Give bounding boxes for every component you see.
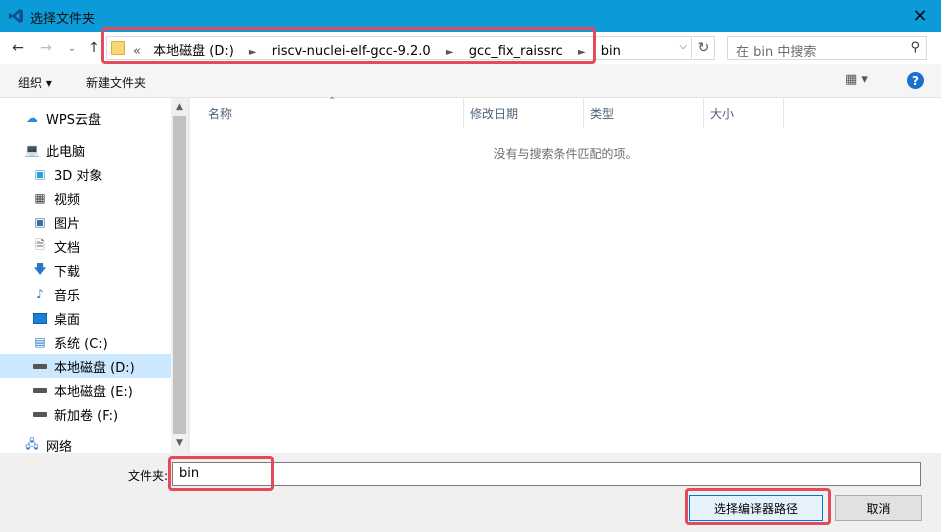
tree-item-drive-e[interactable]: 本地磁盘 (E:): [0, 378, 171, 402]
breadcrumb-overflow[interactable]: «: [133, 44, 141, 59]
column-header-size[interactable]: 大小: [704, 98, 784, 128]
select-compiler-path-button[interactable]: 选择编译器路径: [689, 495, 823, 521]
tree-item-label: 新加卷 (F:): [54, 408, 119, 424]
folder-label: 文件夹:: [128, 469, 169, 483]
column-header-label: 名称: [208, 106, 233, 121]
forward-button[interactable]: →: [36, 38, 56, 58]
chevron-right-icon[interactable]: ►: [249, 47, 257, 58]
vscode-icon: [9, 9, 23, 23]
computer-icon: 💻: [24, 143, 40, 157]
close-button[interactable]: ✕: [899, 0, 941, 32]
tree-item-3d-objects[interactable]: ▣ 3D 对象: [0, 162, 171, 186]
tree-item-label: 音乐: [54, 288, 81, 304]
address-bar[interactable]: « 本地磁盘 (D:) ► riscv-nuclei-elf-gcc-9.2.0…: [106, 36, 692, 60]
new-folder-button[interactable]: 新建文件夹: [86, 74, 146, 91]
window-title: 选择文件夹: [30, 12, 96, 27]
column-header-type[interactable]: 类型: [584, 98, 704, 128]
tree-item-pictures[interactable]: ▣ 图片: [0, 210, 171, 234]
tree-item-label: 图片: [54, 216, 81, 232]
tree-item-label: 下载: [54, 264, 81, 280]
music-icon: ♪: [36, 287, 44, 301]
column-header-modified[interactable]: 修改日期: [464, 98, 584, 128]
sort-ascending-icon: ⌃: [328, 96, 337, 107]
organize-button[interactable]: 组织 ▾: [18, 74, 52, 91]
navigation-bar: ← → ⌄ ↑ « 本地磁盘 (D:) ► riscv-nuclei-elf-g…: [0, 32, 941, 64]
network-icon: 🖧: [25, 436, 39, 451]
tree-item-drive-f[interactable]: 新加卷 (F:): [0, 402, 171, 426]
column-header-name[interactable]: ⌃ 名称: [190, 96, 464, 128]
drive-icon: [32, 382, 48, 398]
search-input[interactable]: 在 bin 中搜索: [736, 41, 816, 60]
empty-message: 没有与搜索条件匹配的项。: [493, 147, 638, 161]
view-options-button[interactable]: ▦ ▾: [845, 72, 868, 87]
pictures-icon: ▣: [34, 215, 46, 229]
download-icon: 🡇: [33, 261, 47, 276]
breadcrumb-bin-folder[interactable]: bin: [601, 44, 621, 59]
tree-item-downloads[interactable]: 🡇 下载: [0, 258, 171, 282]
tree-item-drive-c[interactable]: ▤ 系统 (C:): [0, 330, 171, 354]
back-button[interactable]: ←: [8, 38, 28, 58]
breadcrumb-gcc-fix-folder[interactable]: gcc_fix_raissrc: [469, 44, 563, 59]
file-list[interactable]: ⌃ 名称 修改日期 类型 大小 没有与搜索条件匹配的项。: [190, 96, 941, 453]
tree-item-label: 此电脑: [46, 144, 86, 160]
navigation-pane: ☁ WPS云盘 💻 此电脑 ▣ 3D 对象 ▦ 视频 ▣ 图片 🗎 文档 🡇 下…: [0, 98, 189, 455]
refresh-icon: ↻: [697, 40, 710, 56]
command-bar: 组织 ▾ 新建文件夹 ▦ ▾ ?: [0, 64, 941, 98]
chevron-down-icon[interactable]: ⌵: [679, 41, 687, 52]
chevron-right-icon[interactable]: ►: [578, 47, 586, 58]
tree-item-label: 桌面: [54, 312, 81, 328]
breadcrumb-riscv-folder[interactable]: riscv-nuclei-elf-gcc-9.2.0: [272, 44, 431, 59]
chevron-down-icon[interactable]: ▼: [171, 434, 188, 451]
tree-item-label: 网络: [46, 439, 73, 455]
video-icon: ▦: [34, 191, 46, 205]
tree-item-label: 系统 (C:): [54, 336, 108, 352]
breadcrumb-drive-d[interactable]: 本地磁盘 (D:): [153, 40, 234, 59]
tree-item-music[interactable]: ♪ 音乐: [0, 282, 171, 306]
cloud-icon: ☁: [26, 111, 38, 125]
column-header-label: 修改日期: [470, 106, 519, 121]
scrollbar-thumb[interactable]: [173, 116, 186, 434]
tree-item-drive-d[interactable]: 本地磁盘 (D:): [0, 354, 171, 378]
dialog-footer: 文件夹: bin 选择编译器路径 取消: [0, 453, 941, 532]
tree-item-label: WPS云盘: [46, 112, 101, 128]
tree-item-wps-cloud[interactable]: ☁ WPS云盘: [0, 106, 171, 130]
navigation-scrollbar[interactable]: ▲ ▼: [171, 98, 188, 453]
folder-icon: [111, 41, 125, 55]
title-bar: 选择文件夹 ✕: [0, 0, 941, 32]
recent-locations-button[interactable]: ⌄: [62, 38, 82, 58]
tree-item-desktop[interactable]: 桌面: [0, 306, 171, 330]
tree-item-label: 本地磁盘 (E:): [54, 384, 133, 400]
chevron-up-icon[interactable]: ▲: [171, 98, 188, 115]
drive-icon: [32, 358, 48, 374]
column-header-label: 大小: [710, 106, 735, 121]
tree-item-label: 本地磁盘 (D:): [54, 360, 135, 376]
search-icon[interactable]: ⚲: [910, 40, 920, 55]
column-header-label: 类型: [590, 106, 615, 121]
cancel-button[interactable]: 取消: [835, 495, 922, 521]
drive-icon: [32, 406, 48, 422]
up-button[interactable]: ↑: [84, 38, 104, 58]
tree-item-label: 3D 对象: [54, 168, 103, 184]
chevron-right-icon[interactable]: ►: [446, 47, 454, 58]
3d-objects-icon: ▣: [34, 167, 46, 181]
system-drive-icon: ▤: [34, 335, 46, 349]
refresh-button[interactable]: ↻: [693, 36, 715, 60]
tree-item-label: 视频: [54, 192, 81, 208]
breadcrumb: « 本地磁盘 (D:) ► riscv-nuclei-elf-gcc-9.2.0…: [133, 40, 621, 59]
tree-item-label: 文档: [54, 240, 81, 256]
folder-name-input[interactable]: bin: [172, 462, 921, 486]
help-icon[interactable]: ?: [907, 72, 924, 89]
search-box[interactable]: 在 bin 中搜索 ⚲: [727, 36, 927, 60]
desktop-icon: [32, 310, 48, 326]
tree-item-documents[interactable]: 🗎 文档: [0, 234, 171, 258]
tree-item-this-pc[interactable]: 💻 此电脑: [0, 138, 171, 162]
documents-icon: 🗎: [35, 237, 45, 252]
tree-item-videos[interactable]: ▦ 视频: [0, 186, 171, 210]
